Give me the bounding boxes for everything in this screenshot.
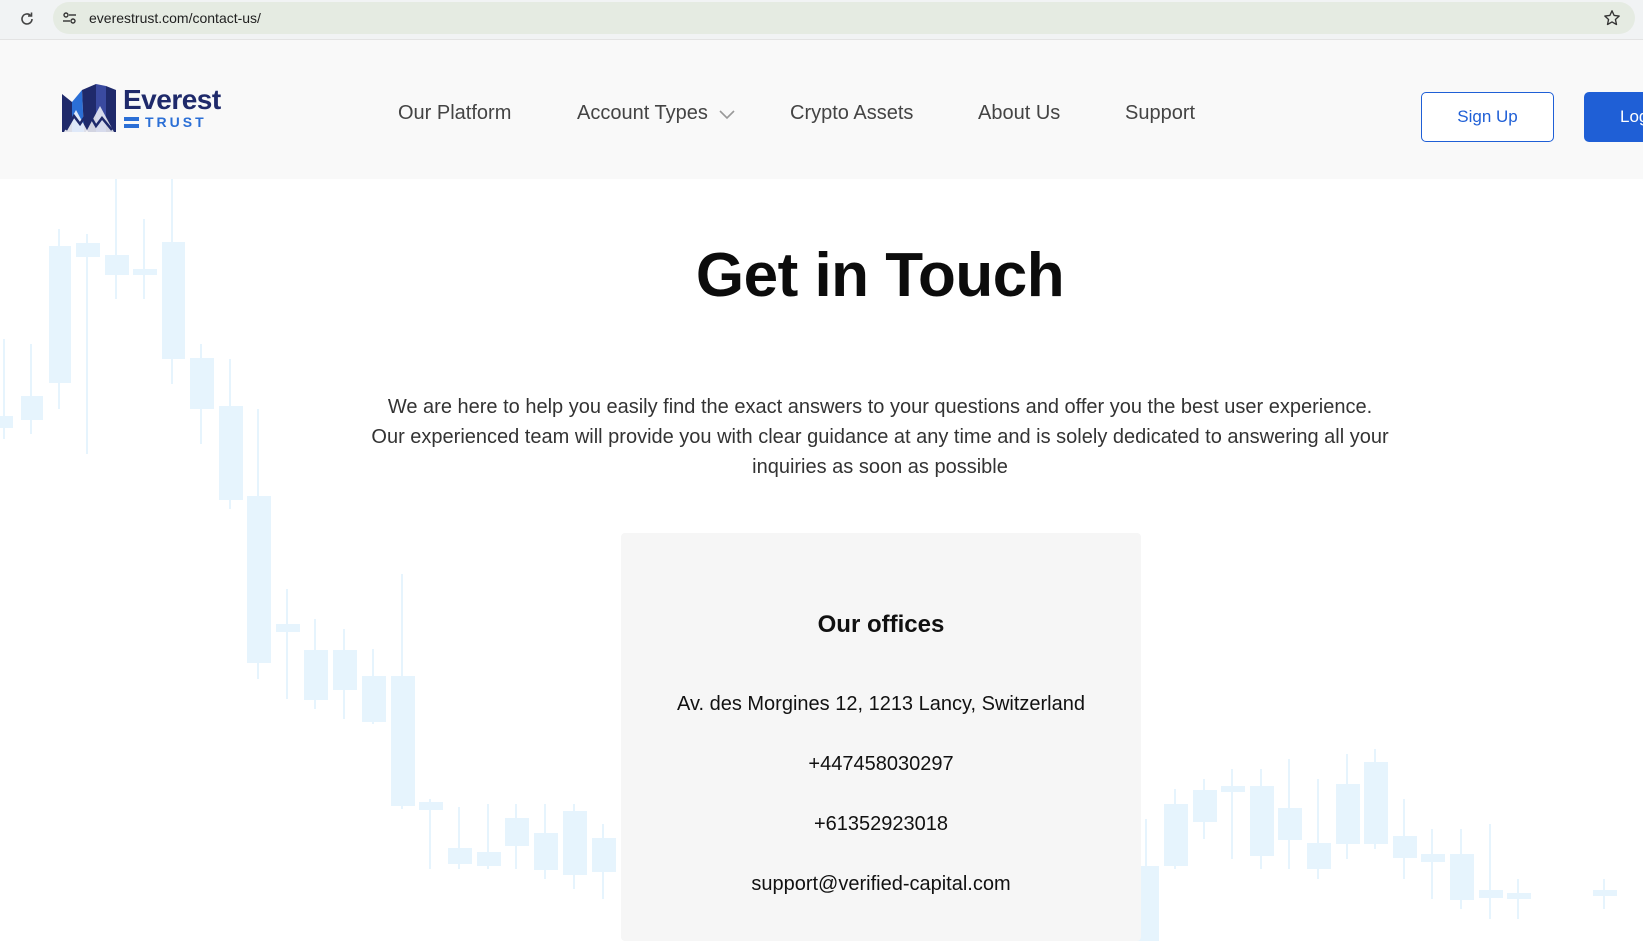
logo-subtitle: TRUST <box>145 114 207 130</box>
nav-support[interactable]: Support <box>1125 102 1195 125</box>
logo-bars-icon <box>124 117 139 129</box>
offices-title: Our offices <box>817 611 945 638</box>
reload-icon[interactable] <box>16 8 38 30</box>
nav-about-us[interactable]: About Us <box>978 102 1060 125</box>
sign-up-button[interactable]: Sign Up <box>1421 92 1554 142</box>
site-info-icon[interactable] <box>61 9 79 27</box>
browser-toolbar: everestrust.com/contact-us/ <box>0 0 1643 40</box>
url-text[interactable]: everestrust.com/contact-us/ <box>89 10 261 26</box>
offices-card: Our offices Av. des Morgines 12, 1213 La… <box>621 533 1141 941</box>
logo-wordmark: Everest <box>123 84 221 115</box>
page-title: Get in Touch <box>695 241 1065 310</box>
nav-crypto-assets[interactable]: Crypto Assets <box>790 102 913 125</box>
nav-our-platform[interactable]: Our Platform <box>398 102 511 125</box>
logo[interactable]: Everest TRUST <box>62 82 222 134</box>
mountain-logo-icon <box>62 84 116 132</box>
intro-paragraph: We are here to help you easily find the … <box>371 396 1389 478</box>
star-icon[interactable] <box>1601 7 1623 29</box>
nav-account-types[interactable]: Account Types <box>577 102 708 125</box>
phone-number-2[interactable]: +61352923018 <box>621 813 1141 836</box>
login-button[interactable]: Log <box>1584 92 1643 142</box>
support-email[interactable]: support@verified-capital.com <box>621 873 1141 896</box>
phone-number-1[interactable]: +447458030297 <box>621 753 1141 776</box>
office-address: Av. des Morgines 12, 1213 Lancy, Switzer… <box>676 693 1085 715</box>
chevron-down-icon[interactable] <box>718 108 736 120</box>
site-header: Everest TRUST Our Platform Account Types… <box>0 40 1643 179</box>
address-bar[interactable]: everestrust.com/contact-us/ <box>53 2 1635 34</box>
